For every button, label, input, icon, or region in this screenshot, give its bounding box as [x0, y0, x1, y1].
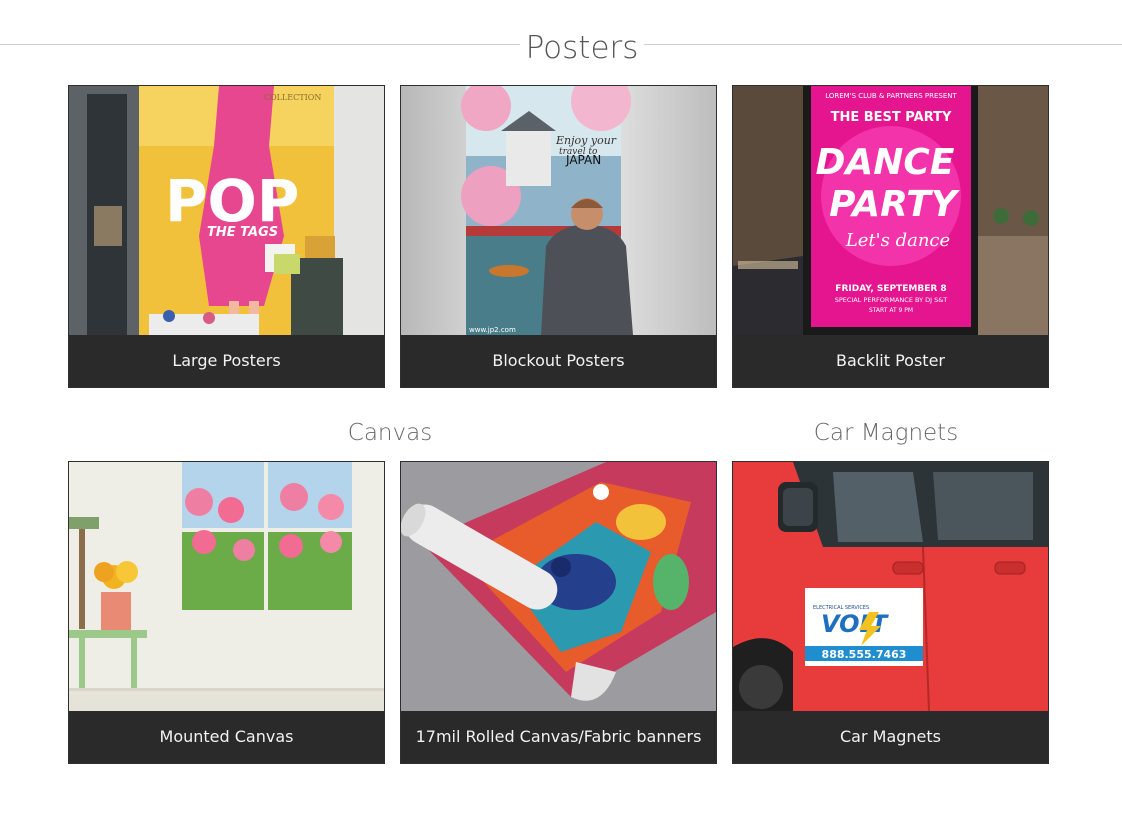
- product-card-blockout-posters[interactable]: Enjoy your travel to JAPAN www.jp2.com B…: [400, 85, 717, 388]
- japan-text: JAPAN: [565, 153, 601, 167]
- section-title-canvas: Canvas: [300, 418, 480, 448]
- collection-text: COLLECTION: [264, 93, 321, 102]
- dance-text: DANCE: [816, 142, 955, 183]
- best-party-text: THE BEST PARTY: [831, 110, 952, 125]
- product-card-backlit-poster[interactable]: LOREM'S CLUB & PARTNERS PRESENT THE BEST…: [732, 85, 1049, 388]
- the-tags-text: THE TAGS: [207, 225, 278, 240]
- enjoy-text: Enjoy your: [555, 134, 617, 147]
- url-text: www.jp2.com: [469, 326, 516, 334]
- car-magnets-image: ELECTRICAL SERVICES VOLT 888.555.7463: [733, 462, 1048, 711]
- start-text: START AT 9 PM: [869, 307, 913, 314]
- section-title-posters: Posters: [520, 28, 644, 68]
- performance-text: SPECIAL PERFORMANCE BY DJ S&T: [835, 296, 948, 304]
- product-card-mounted-canvas[interactable]: Mounted Canvas: [68, 461, 385, 764]
- mounted-canvas-caption: Mounted Canvas: [69, 711, 384, 763]
- backlit-poster-image: LOREM'S CLUB & PARTNERS PRESENT THE BEST…: [733, 86, 1048, 335]
- volt-magnet: ELECTRICAL SERVICES VOLT 888.555.7463: [805, 588, 923, 666]
- presenter-text: LOREM'S CLUB & PARTNERS PRESENT: [825, 92, 957, 100]
- rolled-canvas-caption: 17mil Rolled Canvas/Fabric banners: [401, 711, 716, 763]
- date-text: FRIDAY, SEPTEMBER 8: [835, 284, 946, 294]
- backlit-poster-caption: Backlit Poster: [733, 335, 1048, 387]
- product-card-car-magnets[interactable]: ELECTRICAL SERVICES VOLT 888.555.7463 Ca…: [732, 461, 1049, 764]
- rolled-canvas-image: [401, 462, 716, 711]
- magnet-phone-text: 888.555.7463: [822, 648, 907, 661]
- party-text: PARTY: [829, 184, 961, 225]
- blockout-posters-image: Enjoy your travel to JAPAN www.jp2.com: [401, 86, 716, 335]
- car-magnets-caption: Car Magnets: [733, 711, 1048, 763]
- lets-dance-text: Let's dance: [845, 230, 950, 251]
- blockout-posters-caption: Blockout Posters: [401, 335, 716, 387]
- section-title-car-magnets: Car Magnets: [786, 418, 986, 448]
- magnet-volt-text: VOLT: [821, 610, 889, 638]
- product-card-large-posters[interactable]: POP THE TAGS COLLECTION Large Posters: [68, 85, 385, 388]
- large-posters-image: POP THE TAGS COLLECTION: [69, 86, 384, 335]
- mounted-canvas-image: [69, 462, 384, 711]
- product-card-rolled-canvas[interactable]: 17mil Rolled Canvas/Fabric banners: [400, 461, 717, 764]
- large-posters-caption: Large Posters: [69, 335, 384, 387]
